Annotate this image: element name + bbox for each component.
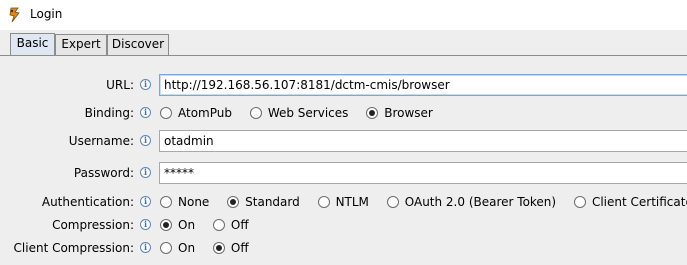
authentication-radio-group: None Standard NTLM OAuth 2.0 (Bearer Tok… [160,195,687,211]
password-field[interactable]: ***** [159,162,687,184]
binding-radio-group: AtomPub Web Services Browser [160,106,447,122]
auth-option-none[interactable]: None [160,195,209,211]
auth-option-oauth[interactable]: OAuth 2.0 (Bearer Token) [386,195,556,211]
password-label: Password: [73,166,134,180]
auth-option-standard[interactable]: Standard [227,195,300,211]
username-field[interactable]: otadmin [159,130,687,152]
tab-basic[interactable]: Basic [10,33,55,56]
compression-radio-group: On Off [160,218,263,234]
radio-button[interactable] [573,196,586,208]
radio-button-selected[interactable] [160,219,172,231]
radio-button[interactable] [212,219,225,231]
binding-label: Binding: [84,106,134,120]
info-icon[interactable]: i [140,79,151,90]
authentication-row: Authentication: i None Standard NTLM OAu… [0,191,687,213]
authentication-label: Authentication: [41,195,134,209]
binding-option-web-services[interactable]: Web Services [249,106,348,122]
binding-option-atompub[interactable]: AtomPub [160,106,232,122]
info-icon[interactable]: i [140,242,151,253]
compression-label: Compression: [52,218,134,232]
radio-button-selected[interactable] [366,107,379,119]
binding-row: Binding: i AtomPub Web Services Browser [0,102,687,124]
client-compression-option-on[interactable]: On [160,241,195,257]
tab-expert[interactable]: Expert [55,34,107,55]
info-icon[interactable]: i [140,219,151,230]
info-icon[interactable]: i [140,107,151,118]
radio-button-selected[interactable] [212,242,225,254]
username-label: Username: [68,134,134,148]
client-compression-label: Client Compression: [13,241,134,255]
auth-option-ntlm[interactable]: NTLM [317,195,369,211]
radio-button[interactable] [160,107,172,119]
info-icon[interactable]: i [140,167,151,178]
radio-button[interactable] [386,196,399,208]
tab-divider [0,55,687,56]
compression-row: Compression: i On Off [0,214,687,236]
auth-option-client-certificate[interactable]: Client Certificate [573,195,687,211]
radio-button[interactable] [249,107,262,119]
radio-button-selected[interactable] [227,196,240,208]
radio-button[interactable] [160,196,172,208]
tab-discover[interactable]: Discover [107,34,169,55]
url-row: URL: i http://192.168.56.107:8181/dctm-c… [0,74,687,96]
info-icon[interactable]: i [140,135,151,146]
client-compression-row: Client Compression: i On Off [0,237,687,259]
info-icon[interactable]: i [140,196,151,207]
password-row: Password: i ***** [0,162,687,184]
url-label: URL: [106,78,134,92]
compression-option-on[interactable]: On [160,218,195,234]
binding-option-browser[interactable]: Browser [366,106,433,122]
radio-button[interactable] [317,196,330,208]
radio-button[interactable] [160,242,172,254]
client-compression-radio-group: On Off [160,241,263,257]
url-field[interactable]: http://192.168.56.107:8181/dctm-cmis/bro… [159,74,687,96]
tab-strip: Basic Expert Discover [0,30,687,57]
client-compression-option-off[interactable]: Off [212,241,249,257]
compression-option-off[interactable]: Off [212,218,249,234]
app-icon [9,7,20,23]
title-bar: Login [0,0,687,30]
username-row: Username: i otadmin [0,130,687,152]
window-title: Login [30,7,63,21]
